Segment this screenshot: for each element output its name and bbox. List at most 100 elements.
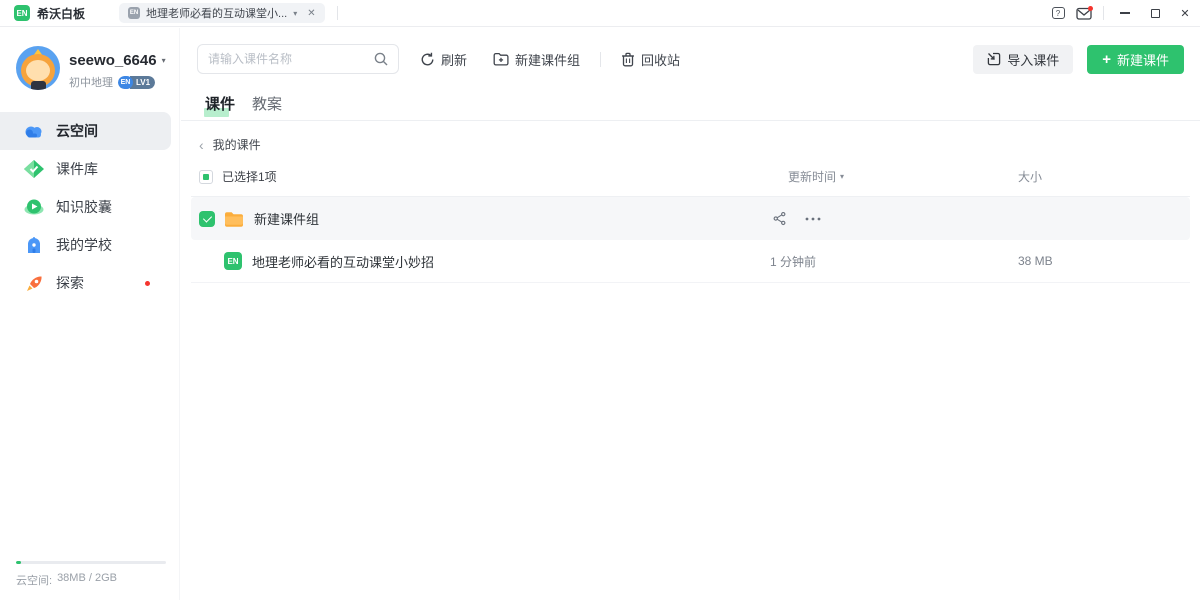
storage-usage: 38MB / 2GB — [57, 572, 117, 588]
new-courseware-button[interactable]: + 新建课件 — [1087, 45, 1184, 74]
file-updated-time: 1 分钟前 — [770, 253, 1013, 270]
sidebar-item-label: 课件库 — [56, 159, 98, 179]
list-header: 已选择1项 更新时间 ▾ 大小 — [191, 161, 1190, 197]
username: seewo_6646 — [69, 52, 157, 69]
breadcrumb-label[interactable]: 我的课件 — [213, 136, 261, 153]
new-group-button[interactable]: 新建课件组 — [493, 50, 580, 69]
rocket-icon — [24, 273, 44, 293]
help-button[interactable]: ? — [1045, 3, 1071, 23]
refresh-label: 刷新 — [441, 50, 467, 69]
refresh-button[interactable]: 刷新 — [420, 50, 467, 69]
folder-icon — [224, 211, 244, 227]
document-icon: EN — [128, 7, 140, 19]
notification-dot — [1088, 6, 1093, 11]
new-indicator-dot — [145, 281, 150, 286]
sidebar-nav: 云空间 课件库 知识胶囊 — [0, 112, 179, 302]
breadcrumb: ‹ 我的课件 — [191, 136, 1190, 153]
folder-plus-icon — [493, 52, 509, 66]
window-controls-divider — [1103, 6, 1104, 20]
level-badge-en: EN — [118, 76, 133, 89]
import-courseware-button[interactable]: 导入课件 — [973, 45, 1073, 74]
tab-lesson-plan-label: 教案 — [252, 96, 282, 113]
sidebar-item-knowledge-capsule[interactable]: 知识胶囊 — [0, 188, 171, 226]
plus-icon: + — [1102, 52, 1111, 67]
recycle-bin-button[interactable]: 回收站 — [621, 50, 680, 69]
school-icon — [24, 235, 44, 255]
sidebar-item-label: 云空间 — [56, 121, 98, 141]
main-content: 刷新 新建课件组 回收站 — [181, 28, 1200, 600]
chevron-down-icon[interactable]: ▾ — [293, 9, 297, 18]
messages-button[interactable] — [1071, 3, 1097, 23]
new-courseware-label: 新建课件 — [1117, 50, 1169, 69]
close-icon: ✕ — [1180, 7, 1189, 20]
toolbar: 刷新 新建课件组 回收站 — [197, 44, 1184, 74]
selection-count-label: 已选择1项 — [222, 168, 277, 185]
share-icon — [772, 211, 787, 226]
sidebar-item-label: 我的学校 — [56, 235, 112, 255]
document-tab[interactable]: EN 地理老师必看的互动课堂小... ▾ ✕ — [119, 3, 325, 23]
storage-progress-bar — [16, 561, 166, 564]
caret-down-icon: ▾ — [840, 172, 844, 181]
minimize-icon — [1120, 12, 1130, 13]
sidebar-item-courseware-library[interactable]: 课件库 — [0, 150, 171, 188]
sidebar-item-explore[interactable]: 探索 — [0, 264, 171, 302]
tab-courseware-label: 课件 — [205, 96, 235, 113]
table-row-file[interactable]: EN 地理老师必看的互动课堂小妙招 1 分钟前 38 MB — [191, 240, 1190, 283]
app-logo-icon: EN — [14, 5, 30, 21]
search-input[interactable] — [208, 52, 374, 66]
tab-courseware[interactable]: 课件 — [205, 93, 235, 116]
folder-name: 新建课件组 — [254, 209, 319, 228]
storage-progress-fill — [16, 561, 21, 564]
table-row-folder[interactable]: 新建课件组 — [191, 197, 1190, 240]
file-name: 地理老师必看的互动课堂小妙招 — [252, 252, 434, 271]
select-all-checkbox[interactable] — [199, 170, 213, 184]
size-header-label: 大小 — [1013, 168, 1190, 185]
more-button[interactable] — [804, 210, 822, 228]
storage-label: 云空间: — [16, 572, 52, 588]
file-size: 38 MB — [1013, 254, 1190, 268]
content-tabs: 课件 教案 — [181, 88, 1200, 121]
new-group-label: 新建课件组 — [515, 50, 580, 69]
close-window-button[interactable]: ✕ — [1170, 0, 1200, 26]
close-tab-icon[interactable]: ✕ — [307, 8, 315, 19]
maximize-button[interactable] — [1140, 0, 1170, 26]
level-badge-lv: LV1 — [130, 76, 155, 89]
time-header-label: 更新时间 — [788, 168, 836, 185]
level-badge: EN LV1 — [118, 76, 155, 89]
sort-by-time-header[interactable]: 更新时间 ▾ — [770, 168, 1013, 185]
chevron-down-icon: ▾ — [162, 56, 166, 65]
more-icon — [805, 217, 821, 221]
capsule-icon — [24, 197, 44, 217]
search-icon — [374, 52, 388, 66]
courseware-file-icon: EN — [224, 252, 242, 270]
trash-icon — [621, 52, 635, 67]
import-courseware-label: 导入课件 — [1007, 50, 1059, 69]
user-profile: seewo_6646 ▾ 初中地理 EN LV1 — [0, 28, 179, 90]
sidebar-item-label: 知识胶囊 — [56, 197, 112, 217]
maximize-icon — [1151, 9, 1160, 18]
document-tab-label: 地理老师必看的互动课堂小... — [146, 5, 287, 21]
share-button[interactable] — [770, 210, 788, 228]
username-dropdown[interactable]: seewo_6646 ▾ — [69, 52, 166, 69]
gem-icon — [24, 159, 44, 179]
toolbar-divider — [600, 52, 601, 67]
cloud-icon — [24, 121, 44, 141]
sidebar-item-my-school[interactable]: 我的学校 — [0, 226, 171, 264]
storage-meter: 云空间: 38MB / 2GB — [16, 561, 166, 588]
avatar[interactable] — [16, 46, 60, 90]
search-box[interactable] — [197, 44, 399, 74]
tab-lesson-plan[interactable]: 教案 — [252, 93, 282, 116]
user-subject: 初中地理 — [69, 74, 113, 90]
app-name: 希沃白板 — [37, 5, 85, 22]
chevron-left-icon[interactable]: ‹ — [199, 138, 204, 152]
titlebar-divider — [337, 6, 338, 20]
row-checkbox[interactable] — [199, 211, 215, 227]
help-icon: ? — [1052, 7, 1065, 19]
minimize-button[interactable] — [1110, 0, 1140, 26]
sidebar-item-cloud-space[interactable]: 云空间 — [0, 112, 171, 150]
sidebar: seewo_6646 ▾ 初中地理 EN LV1 — [0, 28, 180, 600]
titlebar: EN 希沃白板 EN 地理老师必看的互动课堂小... ▾ ✕ ? ✕ — [0, 0, 1200, 27]
import-icon — [987, 52, 1001, 66]
sidebar-item-label: 探索 — [56, 273, 84, 293]
recycle-bin-label: 回收站 — [641, 50, 680, 69]
